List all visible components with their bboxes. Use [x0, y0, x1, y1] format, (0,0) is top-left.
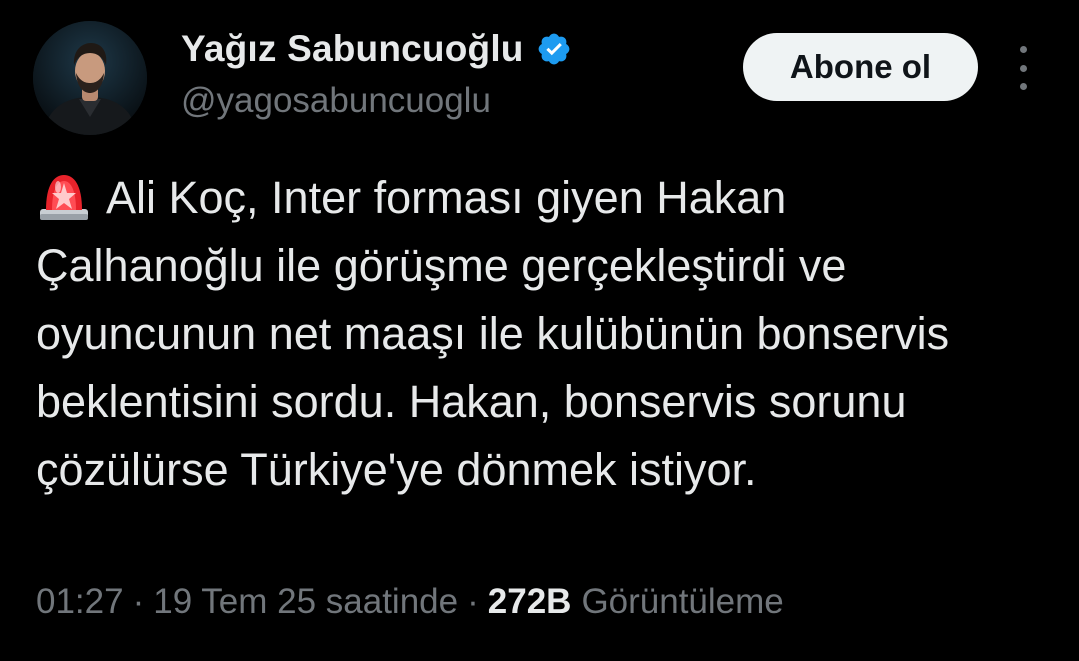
- more-options-icon[interactable]: [1008, 46, 1038, 90]
- tweet-card: Yağız Sabuncuoğlu @yagosabuncuoglu Abone…: [0, 0, 1079, 661]
- more-dot: [1019, 83, 1027, 90]
- views-label: Görüntüleme: [581, 582, 784, 621]
- police-siren-emoji-icon: [36, 169, 92, 221]
- avatar-photo: [33, 21, 147, 135]
- follow-button[interactable]: Abone ol: [743, 33, 978, 101]
- tweet-time[interactable]: 01:27: [36, 582, 124, 622]
- verified-badge-icon[interactable]: [536, 31, 572, 67]
- author-display-name[interactable]: Yağız Sabuncuoğlu: [181, 28, 524, 70]
- avatar[interactable]: [33, 21, 147, 135]
- meta-separator: ·: [467, 582, 479, 621]
- author-handle[interactable]: @yagosabuncuoglu: [181, 81, 491, 121]
- tweet-date[interactable]: 19 Tem 25 saatinde: [153, 582, 458, 622]
- tweet-text-content: Ali Koç, Inter forması giyen Hakan Çalha…: [36, 172, 962, 495]
- views-count[interactable]: 272B: [488, 582, 572, 622]
- meta-separator: ·: [132, 582, 145, 621]
- more-dot: [1019, 64, 1027, 72]
- tweet-meta: 01:27 · 19 Tem 25 saatinde · 272B Görünt…: [36, 582, 784, 622]
- more-dot: [1019, 46, 1027, 53]
- author-name-row: Yağız Sabuncuoğlu: [181, 28, 572, 70]
- tweet-text: Ali Koç, Inter forması giyen Hakan Çalha…: [36, 164, 996, 504]
